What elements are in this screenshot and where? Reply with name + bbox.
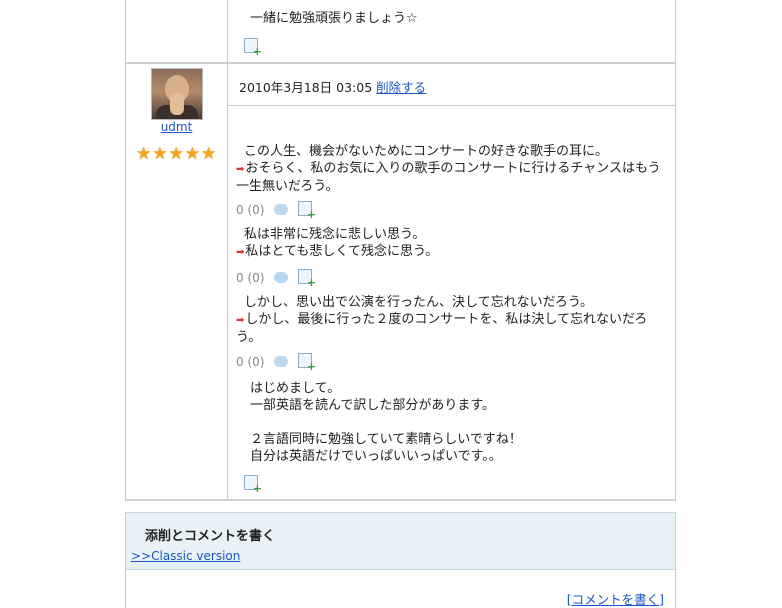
username-link[interactable]: udmt bbox=[126, 120, 227, 134]
speech-bubble-icon[interactable] bbox=[274, 204, 289, 215]
column-divider bbox=[227, 62, 228, 499]
column-divider bbox=[227, 0, 228, 62]
correction-rating: 0 (0) bbox=[236, 353, 316, 373]
favorite-add-icon[interactable] bbox=[244, 475, 262, 495]
entry-meta: 2010年3月18日 03:05 削除する bbox=[239, 77, 426, 96]
rating-count: 0 (0) bbox=[236, 271, 265, 285]
favorite-add-icon[interactable] bbox=[298, 201, 316, 221]
favorite-add-icon[interactable] bbox=[298, 353, 316, 373]
original-sentence: この人生、機会がないためにコンサートの好きな歌手の耳に。 bbox=[244, 144, 609, 159]
classic-version-link[interactable]: >>Classic version bbox=[131, 549, 240, 563]
write-correction-panel: 添削とコメントを書く >>Classic version bbox=[125, 512, 676, 570]
corrected-sentence: ➡私はとても悲しくて残念に思う。 bbox=[236, 244, 439, 259]
rating-count: 0 (0) bbox=[236, 355, 265, 369]
correction-rating: 0 (0) bbox=[236, 201, 316, 221]
previous-entry: 一緒に勉強頑張りましょう☆ bbox=[125, 0, 676, 64]
speech-bubble-icon[interactable] bbox=[274, 272, 289, 283]
entry-date: 2010年3月18日 03:05 bbox=[239, 80, 373, 95]
correction-entry: udmt ★★★★★ 2010年3月18日 03:05 削除する この人生、機会… bbox=[125, 62, 676, 501]
panel-title: 添削とコメントを書く bbox=[145, 529, 276, 544]
arrow-right-icon: ➡ bbox=[236, 164, 245, 175]
favorite-add-icon[interactable] bbox=[298, 269, 316, 289]
previous-comment-text: 一緒に勉強頑張りましょう☆ bbox=[250, 11, 418, 26]
star-icon: ★★★★★ bbox=[136, 144, 218, 164]
arrow-right-icon: ➡ bbox=[236, 315, 245, 326]
rating-stars: ★★★★★ bbox=[136, 144, 220, 164]
corrected-sentence: ➡しかし、最後に行った２度のコンサートを、私は決して忘れないだろう。 bbox=[236, 312, 648, 345]
speech-bubble-icon[interactable] bbox=[274, 356, 289, 367]
favorite-add-icon[interactable] bbox=[244, 38, 262, 58]
delete-link[interactable]: 削除する bbox=[376, 80, 426, 95]
write-panel-body: [コメントを書く] bbox=[125, 568, 676, 608]
rating-count: 0 (0) bbox=[236, 203, 265, 217]
comment-text: はじめまして。 一部英語を読んで訳した部分があります。 ２言語同時に勉強していて… bbox=[250, 381, 522, 464]
write-comment-link[interactable]: [コメントを書く] bbox=[567, 589, 664, 608]
divider bbox=[228, 105, 675, 106]
avatar[interactable] bbox=[151, 68, 203, 120]
original-sentence: 私は非常に残念に悲しい思う。 bbox=[244, 227, 426, 242]
correction-rating: 0 (0) bbox=[236, 269, 316, 289]
original-sentence: しかし、思い出で公演を行ったん、決して忘れないだろう。 bbox=[244, 295, 594, 310]
arrow-right-icon: ➡ bbox=[236, 247, 245, 258]
corrected-sentence: ➡おそらく、私のお気に入りの歌手のコンサートに行けるチャンスはもう一生無いだろう… bbox=[236, 161, 661, 194]
